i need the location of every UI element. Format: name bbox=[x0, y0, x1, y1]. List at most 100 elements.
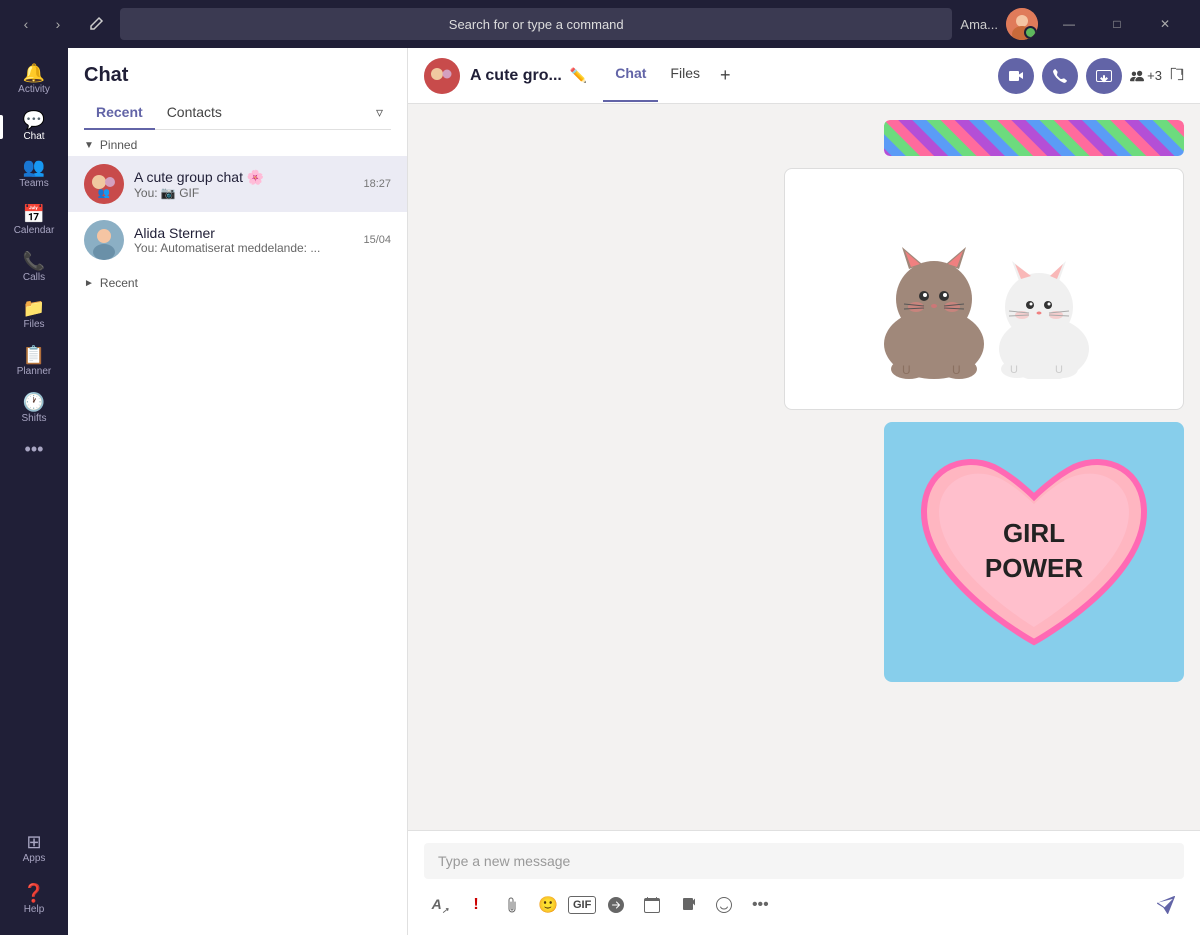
pinned-label: Pinned bbox=[100, 138, 137, 152]
calls-icon: 📞 bbox=[23, 252, 45, 270]
sidebar-label-apps: Apps bbox=[23, 853, 46, 864]
teams-icon: 👥 bbox=[23, 158, 45, 176]
alida-chat-time: 15/04 bbox=[363, 234, 391, 246]
sidebar-item-calendar[interactable]: 📅 Calendar bbox=[0, 197, 68, 244]
messages-area: U U bbox=[408, 104, 1200, 830]
message-input[interactable]: Type a new message bbox=[424, 843, 1184, 879]
edit-icon[interactable] bbox=[80, 8, 112, 40]
sidebar-label-chat: Chat bbox=[23, 131, 44, 142]
maximize-button[interactable]: □ bbox=[1094, 8, 1140, 40]
close-button[interactable]: ✕ bbox=[1142, 8, 1188, 40]
sidebar-item-activity[interactable]: 🔔 Activity bbox=[0, 56, 68, 103]
content-area: A cute gro... ✏️ Chat Files + bbox=[408, 48, 1200, 935]
priority-button[interactable]: ! bbox=[460, 889, 492, 921]
header-edit-icon[interactable]: ✏️ bbox=[570, 67, 587, 84]
chat-panel-title: Chat bbox=[84, 64, 391, 87]
recent-label: Recent bbox=[100, 276, 138, 290]
alida-chat-name: Alida Sterner bbox=[134, 225, 353, 241]
tab-recent[interactable]: Recent bbox=[84, 96, 155, 130]
sidebar-label-activity: Activity bbox=[18, 84, 50, 95]
tab-contacts[interactable]: Contacts bbox=[155, 96, 234, 130]
recent-arrow-icon: ► bbox=[84, 278, 94, 289]
group-chat-avatar: 👥 bbox=[84, 164, 124, 204]
content-header: A cute gro... ✏️ Chat Files + bbox=[408, 48, 1200, 104]
send-button[interactable] bbox=[1148, 887, 1184, 923]
sidebar-label-planner: Planner bbox=[17, 366, 51, 377]
chat-tabs: Recent Contacts ▿ bbox=[84, 95, 391, 130]
chat-list-panel: Chat Recent Contacts ▿ ▼ Pinned 👥 bbox=[68, 48, 408, 935]
nav-back-button[interactable]: ‹ bbox=[12, 10, 40, 38]
avatar[interactable] bbox=[1006, 8, 1038, 40]
sidebar-item-chat[interactable]: 💬 Chat bbox=[0, 103, 68, 150]
more-button[interactable]: ••• bbox=[744, 889, 776, 921]
attach-button[interactable] bbox=[496, 889, 528, 921]
svg-text:GIRL: GIRL bbox=[1003, 518, 1065, 548]
share-screen-button[interactable] bbox=[1086, 58, 1122, 94]
svg-text:U: U bbox=[1010, 364, 1018, 376]
sidebar-label-shifts: Shifts bbox=[21, 413, 46, 424]
window-controls: — □ ✕ bbox=[1046, 8, 1188, 40]
minimize-button[interactable]: — bbox=[1046, 8, 1092, 40]
nav-forward-button[interactable]: › bbox=[44, 10, 72, 38]
group-chat-info: A cute group chat 🌸 You: 📷 GIF bbox=[134, 169, 353, 200]
sidebar-item-more[interactable]: ••• bbox=[0, 432, 68, 466]
audio-call-button[interactable] bbox=[1042, 58, 1078, 94]
content-header-title: A cute gro... bbox=[470, 67, 562, 85]
nav-buttons: ‹ › bbox=[12, 10, 72, 38]
user-area: Ama... bbox=[960, 8, 1038, 40]
praise-button[interactable] bbox=[708, 889, 740, 921]
chat-item-group[interactable]: 👥 A cute group chat 🌸 You: 📷 GIF 18:27 bbox=[68, 156, 407, 212]
chat-icon: 💬 bbox=[23, 111, 45, 129]
user-name: Ama... bbox=[960, 17, 998, 32]
content-header-avatar bbox=[424, 58, 460, 94]
participants-button[interactable]: +3 bbox=[1130, 68, 1162, 83]
add-tab-icon[interactable]: + bbox=[712, 49, 739, 102]
recent-section-header[interactable]: ► Recent bbox=[68, 268, 407, 294]
sidebar-item-shifts[interactable]: 🕐 Shifts bbox=[0, 385, 68, 432]
title-bar: ‹ › Search for or type a command Ama... … bbox=[0, 0, 1200, 48]
message-cats-gif: U U bbox=[424, 168, 1184, 410]
loop-button[interactable] bbox=[672, 889, 704, 921]
chat-list-header: Chat Recent Contacts ▿ bbox=[68, 48, 407, 130]
emoji-button[interactable]: 🙂 bbox=[532, 889, 564, 921]
sidebar-label-calls: Calls bbox=[23, 272, 45, 283]
video-call-button[interactable] bbox=[998, 58, 1034, 94]
sidebar-item-calls[interactable]: 📞 Calls bbox=[0, 244, 68, 291]
content-tab-files[interactable]: Files bbox=[658, 49, 712, 102]
pinned-arrow-icon: ▼ bbox=[84, 140, 94, 151]
svg-text:U: U bbox=[952, 363, 961, 377]
shifts-icon: 🕐 bbox=[23, 393, 45, 411]
girlpower-gif-container: GIRL POWER bbox=[884, 422, 1184, 682]
search-bar[interactable]: Search for or type a command bbox=[120, 8, 952, 40]
group-chat-time: 18:27 bbox=[363, 178, 391, 190]
sidebar-item-planner[interactable]: 📋 Planner bbox=[0, 338, 68, 385]
chat-item-alida[interactable]: Alida Sterner You: Automatiserat meddela… bbox=[68, 212, 407, 268]
sidebar-item-help[interactable]: ❓ Help bbox=[23, 876, 46, 923]
content-tab-chat[interactable]: Chat bbox=[603, 49, 658, 102]
sidebar-label-calendar: Calendar bbox=[14, 225, 55, 236]
alida-chat-preview: You: Automatiserat meddelande: ... bbox=[134, 241, 353, 255]
pinned-section-header[interactable]: ▼ Pinned bbox=[68, 130, 407, 156]
svg-text:U: U bbox=[902, 363, 911, 377]
alida-avatar bbox=[84, 220, 124, 260]
sidebar-item-apps[interactable]: ⊞ Apps bbox=[23, 825, 46, 872]
striped-banner bbox=[884, 120, 1184, 156]
message-toolbar: A↗ ! 🙂 GIF bbox=[424, 887, 1184, 923]
main-layout: 🔔 Activity 💬 Chat 👥 Teams 📅 Calendar 📞 C… bbox=[0, 48, 1200, 935]
sidebar-label-teams: Teams bbox=[19, 178, 48, 189]
meeting-button[interactable] bbox=[636, 889, 668, 921]
participants-count: +3 bbox=[1147, 68, 1162, 83]
alida-chat-info: Alida Sterner You: Automatiserat meddela… bbox=[134, 225, 353, 255]
sidebar-item-teams[interactable]: 👥 Teams bbox=[0, 150, 68, 197]
activity-icon: 🔔 bbox=[23, 64, 45, 82]
popout-button[interactable] bbox=[1170, 67, 1184, 84]
more-icon: ••• bbox=[25, 440, 44, 458]
gif-button[interactable]: GIF bbox=[568, 896, 596, 914]
sidebar-item-files[interactable]: 📁 Files bbox=[0, 291, 68, 338]
group-chat-name: A cute group chat 🌸 bbox=[134, 169, 353, 186]
filter-icon[interactable]: ▿ bbox=[368, 96, 391, 129]
sticker-button[interactable] bbox=[600, 889, 632, 921]
message-girlpower-gif: GIRL POWER bbox=[424, 422, 1184, 682]
format-button[interactable]: A↗ bbox=[424, 889, 456, 921]
search-placeholder: Search for or type a command bbox=[449, 17, 624, 32]
